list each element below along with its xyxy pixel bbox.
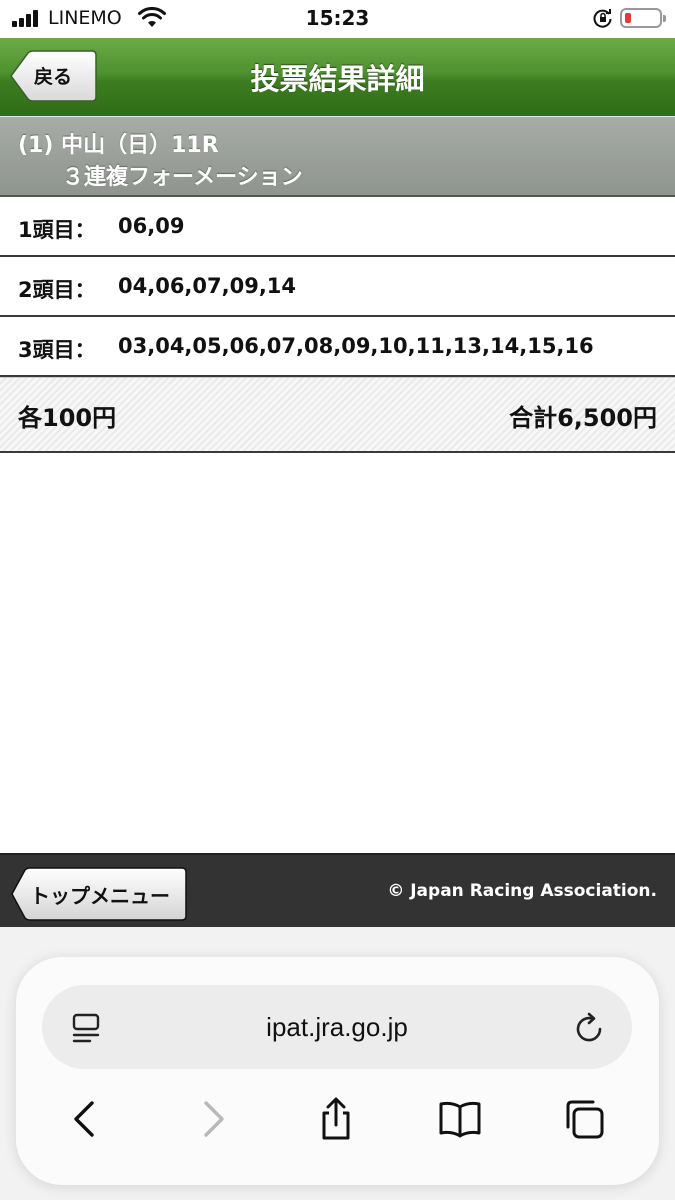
share-icon[interactable]: [314, 1097, 358, 1141]
list-item: 1頭目： 06,09: [0, 197, 675, 257]
rotation-lock-icon: [593, 9, 612, 28]
row-value: 06,09: [118, 214, 185, 238]
top-menu-button[interactable]: トップメニュー: [10, 867, 188, 921]
row-value: 04,06,07,09,14: [118, 274, 297, 298]
race-info: (1) 中山（日）11R ３連複フォーメーション: [0, 116, 675, 197]
unit-amount: 各100円: [18, 404, 117, 432]
browser-panel: ipat.jra.go.jp: [16, 957, 659, 1185]
row-value: 03,04,05,06,07,08,09,10,11,13,14,15,16: [118, 334, 594, 358]
list-item: 3頭目： 03,04,05,06,07,08,09,10,11,13,14,15…: [0, 317, 675, 377]
row-label: 3頭目：: [18, 338, 96, 362]
battery-icon: [620, 8, 666, 28]
browser-toolbar: ipat.jra.go.jp: [0, 927, 675, 1200]
row-label: 1頭目：: [18, 218, 96, 242]
copyright: © Japan Racing Association.: [387, 881, 657, 901]
page-header: 戻る 投票結果詳細: [0, 38, 675, 116]
totals-bar: 各100円 合計6,500円: [0, 377, 675, 453]
reload-icon[interactable]: [574, 1011, 606, 1045]
url-text: ipat.jra.go.jp: [266, 1012, 408, 1042]
tabs-icon[interactable]: [562, 1097, 606, 1141]
clock: 15:23: [305, 6, 370, 30]
bookmarks-icon[interactable]: [438, 1097, 482, 1141]
page-footer: トップメニュー © Japan Racing Association.: [0, 853, 675, 927]
back-icon[interactable]: [64, 1097, 108, 1141]
page-title: 投票結果詳細: [250, 62, 425, 96]
total-amount: 合計6,500円: [509, 404, 657, 432]
race-name: (1) 中山（日）11R: [18, 133, 219, 158]
top-menu-label: トップメニュー: [30, 884, 170, 908]
status-bar: LINEMO 15:23: [0, 0, 675, 38]
row-label: 2頭目：: [18, 278, 96, 302]
address-bar[interactable]: ipat.jra.go.jp: [42, 985, 632, 1069]
bet-type: ３連複フォーメーション: [62, 165, 303, 190]
forward-icon[interactable]: [190, 1097, 234, 1141]
list-item: 2頭目： 04,06,07,09,14: [0, 257, 675, 317]
